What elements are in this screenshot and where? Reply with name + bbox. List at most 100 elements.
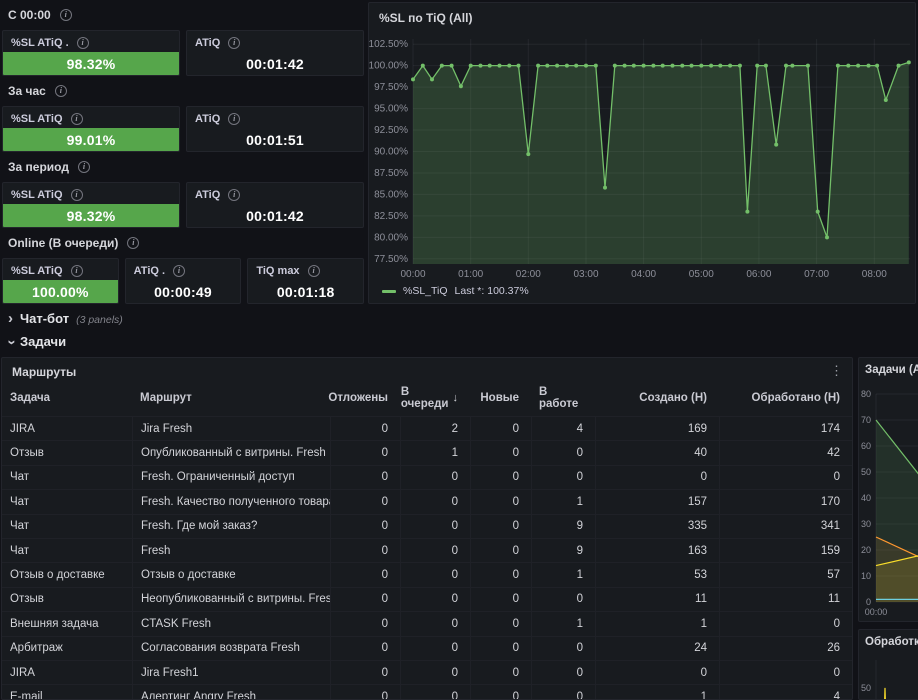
table-cell-text: Арбитраж (2, 636, 132, 660)
table-header-cell[interactable]: В очереди↓ (400, 383, 470, 416)
svg-text:08:00: 08:00 (862, 269, 887, 280)
chart-legend: %SL_TiQ Last *: 100.37% (382, 285, 529, 297)
table-cell-value: 0 (470, 611, 531, 635)
table-cell-text: Fresh (132, 538, 330, 562)
table-cell-text: Алертинг Angry Fresh (132, 684, 330, 700)
svg-text:82.50%: 82.50% (374, 211, 408, 222)
stat-panel-value: 99.01% (3, 128, 179, 151)
table-cell-value: 53 (595, 562, 719, 586)
table-cell-text: Чат (2, 489, 132, 513)
row-tasks[interactable]: › Задачи (8, 334, 66, 349)
info-icon[interactable]: i (173, 265, 185, 277)
stat-panel-value: 98.32% (3, 204, 179, 227)
table-cell-value: 1 (595, 684, 719, 700)
stat-panel-value: 00:00:49 (126, 280, 241, 303)
svg-text:95.00%: 95.00% (374, 104, 408, 115)
svg-text:97.50%: 97.50% (374, 82, 408, 93)
svg-text:60: 60 (861, 441, 871, 451)
table-header-cell[interactable]: Обработано (Н) (719, 383, 852, 416)
table-cell-value: 0 (531, 684, 595, 700)
svg-text:40: 40 (861, 493, 871, 503)
table-cell-value: 0 (330, 489, 400, 513)
tasks-mini-chart-panel: 0102030405060708000:00 Задачи (All) (858, 357, 918, 622)
svg-text:30: 30 (861, 519, 871, 529)
table-cell-text: Отзыв о доставке (2, 562, 132, 586)
table-header-cell[interactable]: Отложены (330, 383, 400, 416)
row-chatbot[interactable]: › Чат-бот (3 panels) (8, 311, 123, 326)
stat-panel: %SL ATiQ . i 98.32% (2, 30, 180, 76)
info-icon[interactable]: i (60, 9, 72, 21)
stat-panel-title: %SL ATiQ . (11, 37, 69, 49)
table-cell-value: 0 (330, 514, 400, 538)
table-cell-value: 0 (330, 636, 400, 660)
table-header-cell[interactable]: Задача (2, 383, 132, 416)
table-cell-value: 0 (470, 587, 531, 611)
section-label: Online (В очереди) i (8, 236, 364, 250)
svg-text:92.50%: 92.50% (374, 125, 408, 136)
table-cell-text: Fresh. Качество полученного товара (132, 489, 330, 513)
table-cell-value: 24 (595, 636, 719, 660)
table-cell-value: 0 (400, 587, 470, 611)
stats-column: С 00:00i%SL ATiQ .i98.32%ATiQi00:01:42За… (0, 0, 366, 312)
info-icon[interactable]: i (71, 265, 83, 277)
stat-panel-value: 00:01:42 (187, 52, 363, 75)
section-label-text: Online (В очереди) (8, 236, 118, 250)
table-cell-value: 0 (330, 440, 400, 464)
info-icon[interactable]: i (71, 113, 83, 125)
table-cell-value: 0 (531, 636, 595, 660)
table-cell-value: 0 (400, 538, 470, 562)
stat-panel-value: 100.00% (3, 280, 118, 303)
table-cell-value: 0 (719, 465, 852, 489)
svg-text:50: 50 (861, 467, 871, 477)
info-icon[interactable]: i (127, 237, 139, 249)
tasks-mini-chart-canvas[interactable]: 0102030405060708000:00 (859, 358, 918, 621)
stat-panel-title: ATiQ . (134, 265, 165, 277)
processing-mini-chart-panel: 50 Обработка (858, 629, 918, 700)
table-header-cell[interactable]: Создано (Н) (595, 383, 719, 416)
svg-text:07:00: 07:00 (804, 269, 829, 280)
info-icon[interactable]: i (77, 37, 89, 49)
table-cell-value: 0 (400, 660, 470, 684)
stat-panel-header: ATiQi (187, 183, 363, 204)
stat-panel: ATiQi00:01:42 (186, 30, 364, 76)
table-cell-text: Jira Fresh (132, 416, 330, 440)
table-cell-text: Внешняя задача (2, 611, 132, 635)
info-icon[interactable]: i (228, 113, 240, 125)
stat-panel: ATiQi00:01:42 (186, 182, 364, 228)
stat-panel-value: 98.32% (3, 52, 179, 75)
table-cell-text: Неопубликованный с витрины. Fresh (132, 587, 330, 611)
stat-row: %SL ATiQ .i98.32%ATiQi00:01:42 (2, 30, 364, 76)
svg-text:87.50%: 87.50% (374, 168, 408, 179)
svg-text:100.00%: 100.00% (369, 61, 408, 72)
table-cell-value: 0 (400, 611, 470, 635)
table-cell-value: 57 (719, 562, 852, 586)
info-icon[interactable]: i (71, 189, 83, 201)
grafana-dashboard: С 00:00i%SL ATiQ .i98.32%ATiQi00:01:42За… (0, 0, 918, 700)
legend-series-label[interactable]: %SL_TiQ (403, 285, 448, 297)
info-icon[interactable]: i (228, 189, 240, 201)
table-cell-value: 341 (719, 514, 852, 538)
table-cell-value: 0 (595, 660, 719, 684)
kebab-menu-icon[interactable]: ⋮ (830, 363, 843, 379)
table-cell-value: 2 (400, 416, 470, 440)
table-cell-text: Отзыв (2, 440, 132, 464)
table-header-cell[interactable]: Новые (470, 383, 531, 416)
table-cell-value: 40 (595, 440, 719, 464)
table-cell-value: 1 (531, 562, 595, 586)
stat-section: За периодi%SL ATiQi98.32%ATiQi00:01:42 (2, 160, 364, 228)
table-header-cell[interactable]: Маршрут (132, 383, 330, 416)
info-icon[interactable]: i (55, 85, 67, 97)
sl-tiq-chart-canvas[interactable]: 77.50%80.00%82.50%85.00%87.50%90.00%92.5… (369, 3, 915, 303)
table-cell-value: 11 (719, 587, 852, 611)
table-cell-value: 0 (531, 660, 595, 684)
table-cell-value: 170 (719, 489, 852, 513)
table-header-row: ЗадачаМаршрутОтложеныВ очереди↓НовыеВ ра… (2, 383, 852, 416)
info-icon[interactable]: i (308, 265, 320, 277)
info-icon[interactable]: i (228, 37, 240, 49)
svg-text:00:00: 00:00 (865, 607, 888, 617)
stat-section: За часi%SL ATiQi99.01%ATiQi00:01:51 (2, 84, 364, 152)
table-header-cell[interactable]: В работе (531, 383, 595, 416)
sort-desc-icon: ↓ (453, 392, 459, 404)
info-icon[interactable]: i (78, 161, 90, 173)
svg-text:06:00: 06:00 (746, 269, 771, 280)
